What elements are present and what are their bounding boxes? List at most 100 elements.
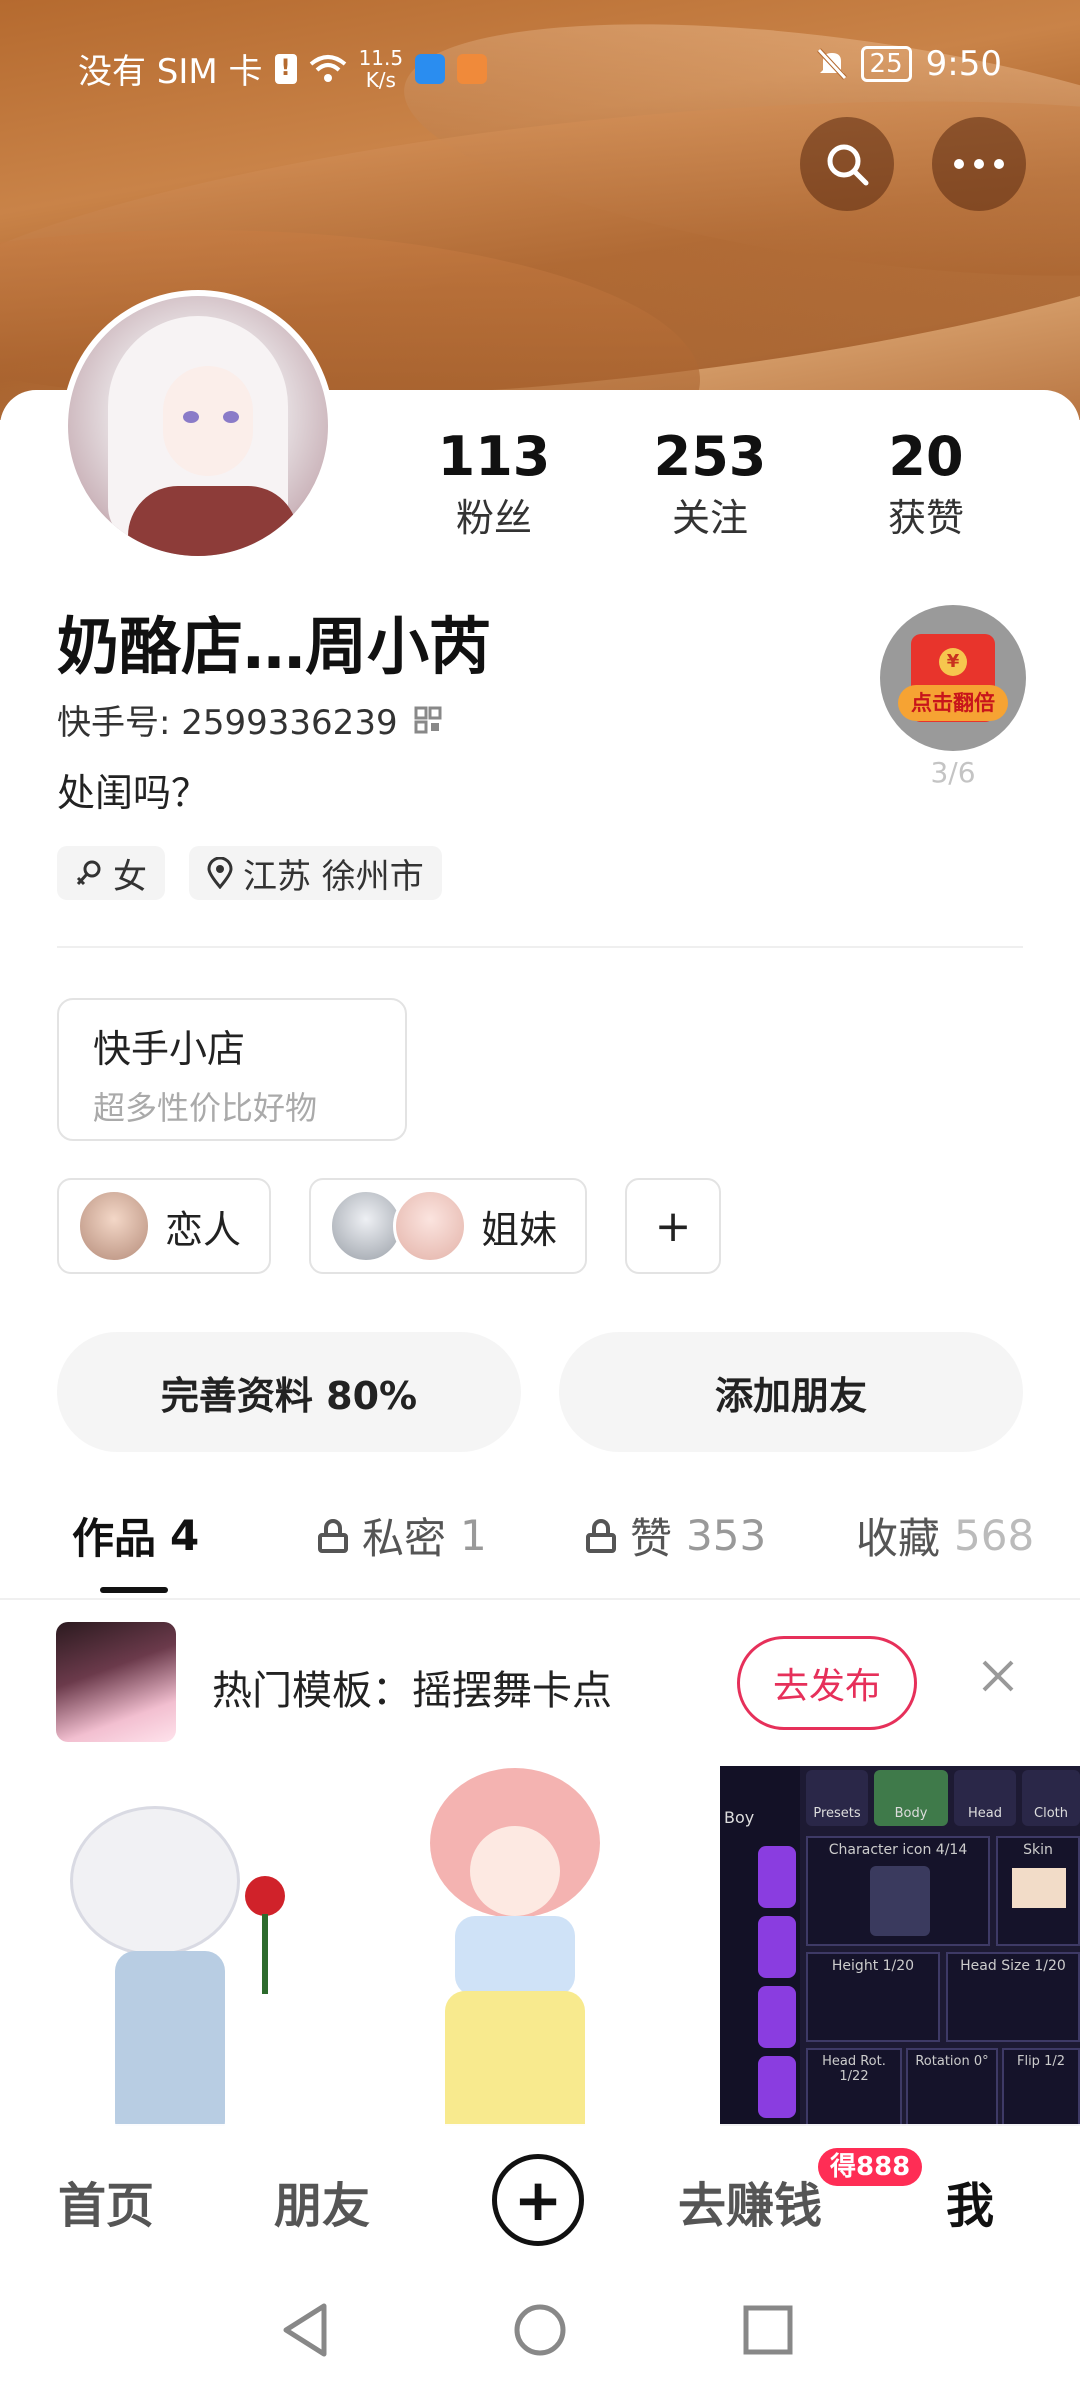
game-headsize-label: Head Size 1/20 <box>960 1958 1066 1974</box>
work-thumbnail[interactable] <box>360 1766 720 2126</box>
game-character-panel: Character icon 4/14 <box>806 1836 990 1946</box>
shield-app-icon <box>415 53 446 84</box>
tab-count: 353 <box>686 1511 767 1560</box>
tab-favorites[interactable]: 收藏 568 <box>856 1505 1034 1566</box>
sister-avatar <box>393 1189 468 1263</box>
game-rotation-label: Rotation 0° <box>915 2054 989 2069</box>
game-headrot-label: Head Rot. 1/22 <box>822 2054 886 2084</box>
stat-value: 113 <box>437 425 551 488</box>
game-headrot-panel: Head Rot. 1/22 <box>806 2048 902 2126</box>
nav-me[interactable]: 我 <box>946 2166 994 2236</box>
location-label: 江苏 徐州市 <box>243 856 424 897</box>
game-character-label: Character icon 4/14 <box>828 1842 968 1858</box>
relation-sisters[interactable]: 姐妹 <box>309 1178 588 1274</box>
game-flip-panel: Flip 1/2 <box>1002 2048 1080 2126</box>
game-tab: Presets <box>806 1770 868 1826</box>
game-height-panel: Height 1/20 <box>806 1952 940 2042</box>
red-packet-count: 3/6 <box>930 756 976 789</box>
kuaishou-shop-card[interactable]: 快手小店 超多性价比好物 <box>57 998 407 1141</box>
tab-liked[interactable]: 赞 353 <box>586 1505 766 1566</box>
game-tab: Head <box>954 1770 1016 1826</box>
mute-bell-icon <box>816 48 847 80</box>
work-thumbnail[interactable]: Boy Presets Body Head Cloth Character ic… <box>720 1766 1080 2126</box>
template-promo-bar: 热门模板：摇摆舞卡点 去发布 <box>0 1600 1080 1766</box>
net-speed-value: 11.5 <box>358 45 404 70</box>
tab-works[interactable]: 作品 4 <box>72 1505 199 1566</box>
location-tag[interactable]: 江苏 徐州市 <box>189 846 442 900</box>
chibi-skirt <box>445 1991 585 2126</box>
shop-subtitle: 超多性价比好物 <box>93 1089 318 1127</box>
game-skin-swatch <box>1012 1868 1066 1908</box>
create-button[interactable]: + <box>492 2154 584 2246</box>
promo-text: 热门模板：摇摆舞卡点 <box>212 1668 612 1714</box>
tab-private[interactable]: 私密 1 <box>318 1505 487 1566</box>
section-divider <box>57 946 1023 948</box>
tab-label: 收藏 <box>856 1514 941 1563</box>
close-icon[interactable] <box>978 1656 1018 1696</box>
search-button[interactable] <box>800 117 894 211</box>
work-thumbnail[interactable] <box>0 1766 360 2126</box>
game-zoom-button <box>758 2056 796 2118</box>
earn-badge: 得888 <box>818 2148 923 2186</box>
rose-icon <box>245 1876 285 1916</box>
avatar-clothes <box>128 486 298 556</box>
plus-icon: + <box>654 1200 692 1252</box>
lock-icon <box>586 1518 616 1553</box>
more-button[interactable] <box>932 117 1026 211</box>
qr-code-icon <box>414 706 442 733</box>
relation-label: 姐妹 <box>481 1207 558 1252</box>
bottom-navigation: 首页 朋友 + 去赚钱 得888 我 <box>0 2124 1080 2272</box>
tab-count: 4 <box>170 1511 200 1560</box>
chibi-top <box>455 1916 575 1996</box>
coin-icon: ¥ <box>939 648 967 676</box>
stat-following[interactable]: 253 关注 <box>610 425 810 543</box>
tab-label: 赞 <box>630 1514 673 1563</box>
app-notification-icon <box>457 53 488 84</box>
stat-label: 关注 <box>671 496 748 540</box>
more-icon <box>954 159 1004 169</box>
lover-avatar <box>77 1189 151 1263</box>
stat-likes[interactable]: 20 获赞 <box>826 425 1026 543</box>
profile-bio: 处闺吗？ <box>57 771 210 815</box>
active-tab-indicator <box>100 1587 168 1593</box>
relation-lover[interactable]: 恋人 <box>57 1178 272 1274</box>
game-character-preview <box>870 1866 930 1936</box>
rose-stem <box>262 1914 268 1994</box>
recents-icon[interactable] <box>742 2304 794 2356</box>
add-friend-button[interactable]: 添加朋友 <box>559 1332 1023 1452</box>
status-bar: 没有 SIM 卡 ! 11.5 K/s 25 9:50 <box>0 0 1080 130</box>
relations-row: 恋人 姐妹 + <box>57 1178 722 1274</box>
stat-value: 253 <box>653 425 767 488</box>
works-grid: Boy Presets Body Head Cloth Character ic… <box>0 1766 1080 2126</box>
publish-button[interactable]: 去发布 <box>737 1636 917 1730</box>
game-flip-label: Flip 1/2 <box>1016 2054 1065 2069</box>
system-navigation <box>0 2272 1080 2388</box>
sim-alert-icon: ! <box>274 53 297 84</box>
red-packet-button[interactable]: ¥ 点击翻倍 <box>880 605 1026 751</box>
add-relation-button[interactable]: + <box>625 1178 722 1274</box>
nav-friends[interactable]: 朋友 <box>274 2166 370 2236</box>
gender-tag[interactable]: 女 <box>57 846 165 900</box>
complete-profile-button[interactable]: 完善资料 80% <box>57 1332 521 1452</box>
nav-home[interactable]: 首页 <box>58 2166 154 2236</box>
game-tab: Body <box>874 1770 948 1826</box>
game-rotation-panel: Rotation 0° <box>906 2048 998 2126</box>
profile-avatar[interactable] <box>62 290 334 562</box>
lock-icon <box>318 1518 348 1553</box>
home-icon[interactable] <box>512 2302 568 2358</box>
template-thumbnail[interactable] <box>56 1622 176 1742</box>
content-tabs: 作品 4 私密 1 赞 353 收藏 568 <box>0 1505 1080 1595</box>
red-packet-badge: 点击翻倍 <box>898 685 1008 721</box>
nav-earn[interactable]: 去赚钱 <box>678 2166 822 2236</box>
chibi-head <box>70 1806 240 1956</box>
game-tabs: Presets Body Head Cloth <box>806 1770 1080 1826</box>
kuaishou-id-row[interactable]: 快手号: 2599336239 <box>57 695 442 744</box>
relation-label: 恋人 <box>165 1207 242 1252</box>
stat-value: 20 <box>888 425 964 488</box>
back-icon[interactable] <box>280 2302 330 2358</box>
battery-level: 25 <box>860 46 912 82</box>
tab-count: 1 <box>460 1511 487 1560</box>
game-eye-button <box>758 1986 796 2048</box>
game-headsize-panel: Head Size 1/20 <box>946 1952 1080 2042</box>
stat-fans[interactable]: 113 粉丝 <box>394 425 594 543</box>
